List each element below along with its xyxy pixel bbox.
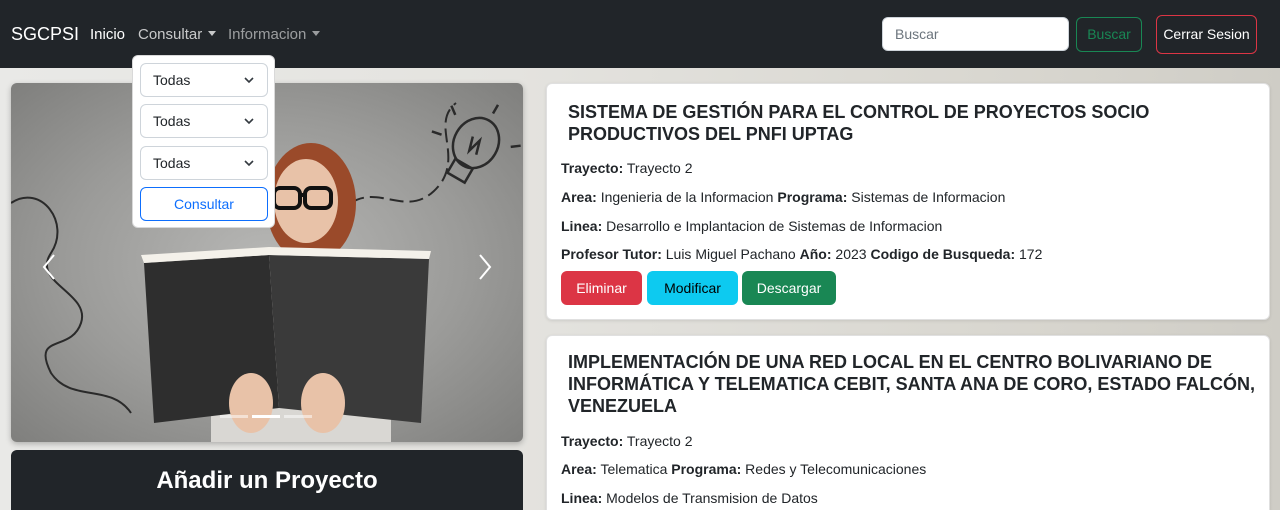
project-title: IMPLEMENTACIÓN DE UNA RED LOCAL EN EL CE…	[568, 352, 1255, 416]
filter-select-3[interactable]: Todas	[140, 146, 268, 180]
nav-dropdown-informacion-label: Informacion	[228, 26, 307, 43]
codigo-label: Codigo de Busqueda:	[870, 246, 1016, 262]
anio-value: 2023	[835, 246, 867, 262]
project-linea: Linea: Desarrollo e Implantacion de Sist…	[561, 218, 942, 234]
filter-select-1[interactable]: Todas	[140, 63, 268, 97]
consultar-dropdown-menu: Todas Todas Todas Consultar	[132, 55, 275, 228]
search-button[interactable]: Buscar	[1076, 17, 1142, 52]
linea-label: Linea:	[561, 490, 603, 506]
chevron-down-icon	[244, 118, 254, 125]
project-title: SISTEMA DE GESTIÓN PARA EL CONTROL DE PR…	[568, 102, 1150, 144]
edit-button[interactable]: Modificar	[647, 271, 738, 305]
trayecto-label: Trayecto:	[561, 160, 624, 176]
caret-down-icon	[312, 31, 321, 36]
linea-value: Modelos de Transmision de Datos	[606, 490, 818, 506]
filter-select-3-value: Todas	[153, 155, 191, 171]
area-value: Telematica	[600, 461, 668, 477]
brand-logo[interactable]: SGCPSI	[11, 24, 79, 45]
project-area: Area: Ingenieria de la Informacion Progr…	[561, 189, 1005, 205]
project-trayecto: Trayecto: Trayecto 2	[561, 160, 693, 176]
carousel-prev-icon[interactable]	[41, 253, 57, 281]
carousel-indicators	[220, 415, 312, 418]
delete-button[interactable]: Eliminar	[561, 271, 642, 305]
programa-label: Programa:	[671, 461, 742, 477]
project-linea: Linea: Modelos de Transmision de Datos	[561, 490, 818, 506]
programa-value: Redes y Telecomunicaciones	[745, 461, 927, 477]
add-project-title: Añadir un Proyecto	[156, 467, 378, 494]
area-label: Area:	[561, 461, 597, 477]
project-meta: Profesor Tutor: Luis Miguel Pachano Año:…	[561, 246, 1042, 262]
carousel-indicator-3[interactable]	[284, 415, 312, 418]
nav-dropdown-informacion[interactable]: Informacion	[228, 26, 321, 43]
filter-select-2-value: Todas	[153, 113, 191, 129]
nav-dropdown-consultar-label: Consultar	[138, 26, 203, 43]
filter-select-1-value: Todas	[153, 72, 191, 88]
codigo-value: 172	[1019, 246, 1043, 262]
project-area: Area: Telematica Programa: Redes y Telec…	[561, 461, 926, 477]
add-project-panel[interactable]: Añadir un Proyecto	[11, 450, 523, 510]
project-card: SISTEMA DE GESTIÓN PARA EL CONTROL DE PR…	[546, 83, 1270, 320]
area-value: Ingenieria de la Informacion	[600, 189, 774, 205]
logout-button[interactable]: Cerrar Sesion	[1156, 15, 1257, 54]
chevron-down-icon	[244, 77, 254, 84]
trayecto-value: Trayecto 2	[626, 160, 693, 176]
search-input[interactable]: Buscar	[882, 17, 1069, 51]
nav-dropdown-consultar[interactable]: Consultar	[138, 26, 217, 43]
area-label: Area:	[561, 189, 597, 205]
carousel-indicator-2[interactable]	[252, 415, 280, 418]
carousel-next-icon[interactable]	[477, 253, 493, 281]
caret-down-icon	[208, 31, 217, 36]
chevron-down-icon	[244, 160, 254, 167]
carousel-indicator-1[interactable]	[220, 415, 248, 418]
tutor-label: Profesor Tutor:	[561, 246, 662, 262]
trayecto-label: Trayecto:	[561, 433, 624, 449]
project-card: IMPLEMENTACIÓN DE UNA RED LOCAL EN EL CE…	[546, 335, 1270, 510]
programa-label: Programa:	[777, 189, 848, 205]
anio-label: Año:	[799, 246, 832, 262]
nav-link-inicio[interactable]: Inicio	[90, 26, 125, 43]
download-button[interactable]: Descargar	[742, 271, 836, 305]
programa-value: Sistemas de Informacion	[851, 189, 1006, 205]
trayecto-value: Trayecto 2	[626, 433, 693, 449]
filter-select-2[interactable]: Todas	[140, 104, 268, 138]
linea-value: Desarrollo e Implantacion de Sistemas de…	[606, 218, 943, 234]
project-trayecto: Trayecto: Trayecto 2	[561, 433, 693, 449]
tutor-value: Luis Miguel Pachano	[665, 246, 796, 262]
linea-label: Linea:	[561, 218, 603, 234]
consultar-submit-button[interactable]: Consultar	[140, 187, 268, 221]
